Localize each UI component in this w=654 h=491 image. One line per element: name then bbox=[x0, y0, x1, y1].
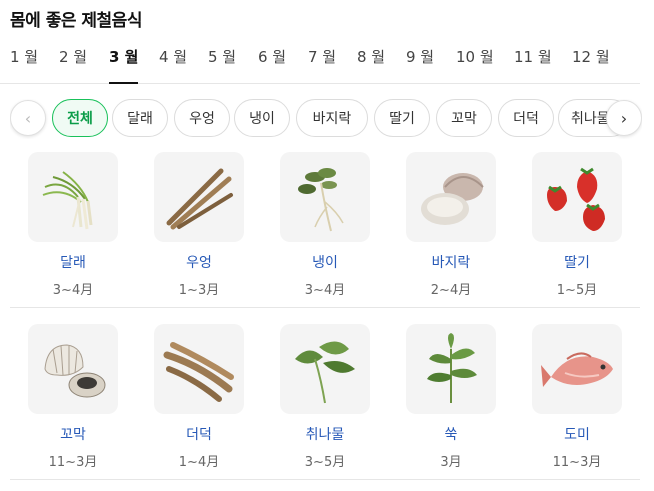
page-title: 몸에 좋은 제철음식 bbox=[10, 11, 142, 31]
strawberry-icon bbox=[532, 152, 622, 242]
food-name: 더덕 bbox=[186, 427, 212, 443]
food-season: 11~3月 bbox=[552, 455, 602, 470]
chwinamul-leaf-icon bbox=[280, 324, 370, 414]
chip-clam[interactable]: 바지락 bbox=[296, 99, 368, 137]
food-name: 취나물 bbox=[305, 427, 345, 443]
burdock-icon bbox=[154, 152, 244, 242]
food-name: 도미 bbox=[564, 427, 590, 443]
chip-deodeok[interactable]: 더덕 bbox=[498, 99, 554, 137]
food-name: 쑥 bbox=[444, 427, 458, 443]
mugwort-icon bbox=[406, 324, 496, 414]
chevron-right-icon[interactable]: › bbox=[606, 100, 642, 136]
food-item-deodeok[interactable]: 더덕 1~4月 bbox=[136, 324, 262, 470]
food-season: 3~4月 bbox=[52, 283, 94, 298]
tab-month-10[interactable]: 10 월 bbox=[456, 44, 494, 84]
food-item-dallae[interactable]: 달래 3~4月 bbox=[10, 152, 136, 298]
tab-month-12[interactable]: 12 월 bbox=[572, 44, 610, 84]
food-item-sea-bream[interactable]: 도미 11~3月 bbox=[514, 324, 640, 470]
tab-month-9[interactable]: 9 월 bbox=[406, 44, 434, 84]
food-name: 우엉 bbox=[186, 255, 212, 271]
tab-month-1[interactable]: 1 월 bbox=[10, 44, 38, 84]
food-row-1: 달래 3~4月 우엉 1~3月 냉이 3~4月 바지락 2~4月 딸기 1~5月 bbox=[10, 148, 640, 308]
food-item-naengi[interactable]: 냉이 3~4月 bbox=[262, 152, 388, 298]
tab-month-8[interactable]: 8 월 bbox=[357, 44, 385, 84]
food-season: 11~3月 bbox=[48, 455, 98, 470]
food-season: 1~4月 bbox=[178, 455, 220, 470]
tab-month-11[interactable]: 11 월 bbox=[514, 44, 552, 84]
category-chips: 전체 달래 우엉 냉이 바지락 딸기 꼬막 더덕 취나물 ‹ › bbox=[10, 99, 642, 139]
food-name: 꼬막 bbox=[60, 427, 86, 443]
chip-dallae[interactable]: 달래 bbox=[112, 99, 168, 137]
food-season: 3~4月 bbox=[304, 283, 346, 298]
sea-bream-icon bbox=[532, 324, 622, 414]
dallae-icon bbox=[28, 152, 118, 242]
food-row-2: 꼬막 11~3月 더덕 1~4月 취나물 3~5月 쑥 3月 도미 11~3月 bbox=[10, 320, 640, 480]
food-item-burdock[interactable]: 우엉 1~3月 bbox=[136, 152, 262, 298]
tab-month-5[interactable]: 5 월 bbox=[208, 44, 236, 84]
food-item-strawberry[interactable]: 딸기 1~5月 bbox=[514, 152, 640, 298]
clam-icon bbox=[406, 152, 496, 242]
chip-naengi[interactable]: 냉이 bbox=[234, 99, 290, 137]
chip-cockle[interactable]: 꼬막 bbox=[436, 99, 492, 137]
tab-month-4[interactable]: 4 월 bbox=[159, 44, 187, 84]
tab-month-7[interactable]: 7 월 bbox=[308, 44, 336, 84]
food-season: 1~3月 bbox=[178, 283, 220, 298]
food-item-mugwort[interactable]: 쑥 3月 bbox=[388, 324, 514, 470]
food-season: 2~4月 bbox=[430, 283, 472, 298]
chip-burdock[interactable]: 우엉 bbox=[174, 99, 230, 137]
food-name: 냉이 bbox=[312, 255, 338, 271]
food-item-cockle[interactable]: 꼬막 11~3月 bbox=[10, 324, 136, 470]
chip-strawberry[interactable]: 딸기 bbox=[374, 99, 430, 137]
food-season: 1~5月 bbox=[556, 283, 598, 298]
food-item-chwinamul[interactable]: 취나물 3~5月 bbox=[262, 324, 388, 470]
food-item-clam[interactable]: 바지락 2~4月 bbox=[388, 152, 514, 298]
food-season: 3月 bbox=[440, 455, 462, 470]
tab-month-6[interactable]: 6 월 bbox=[258, 44, 286, 84]
chip-all[interactable]: 전체 bbox=[52, 99, 108, 137]
food-season: 3~5月 bbox=[304, 455, 346, 470]
month-tabs: 1 월 2 월 3 월 4 월 5 월 6 월 7 월 8 월 9 월 10 월… bbox=[0, 44, 640, 84]
tab-month-3[interactable]: 3 월 bbox=[109, 44, 139, 84]
chevron-left-icon[interactable]: ‹ bbox=[10, 100, 46, 136]
deodeok-root-icon bbox=[154, 324, 244, 414]
food-name: 딸기 bbox=[564, 255, 590, 271]
tab-month-2[interactable]: 2 월 bbox=[59, 44, 87, 84]
food-name: 바지락 bbox=[431, 255, 471, 271]
cockle-icon bbox=[28, 324, 118, 414]
shepherds-purse-icon bbox=[280, 152, 370, 242]
food-name: 달래 bbox=[60, 255, 86, 271]
